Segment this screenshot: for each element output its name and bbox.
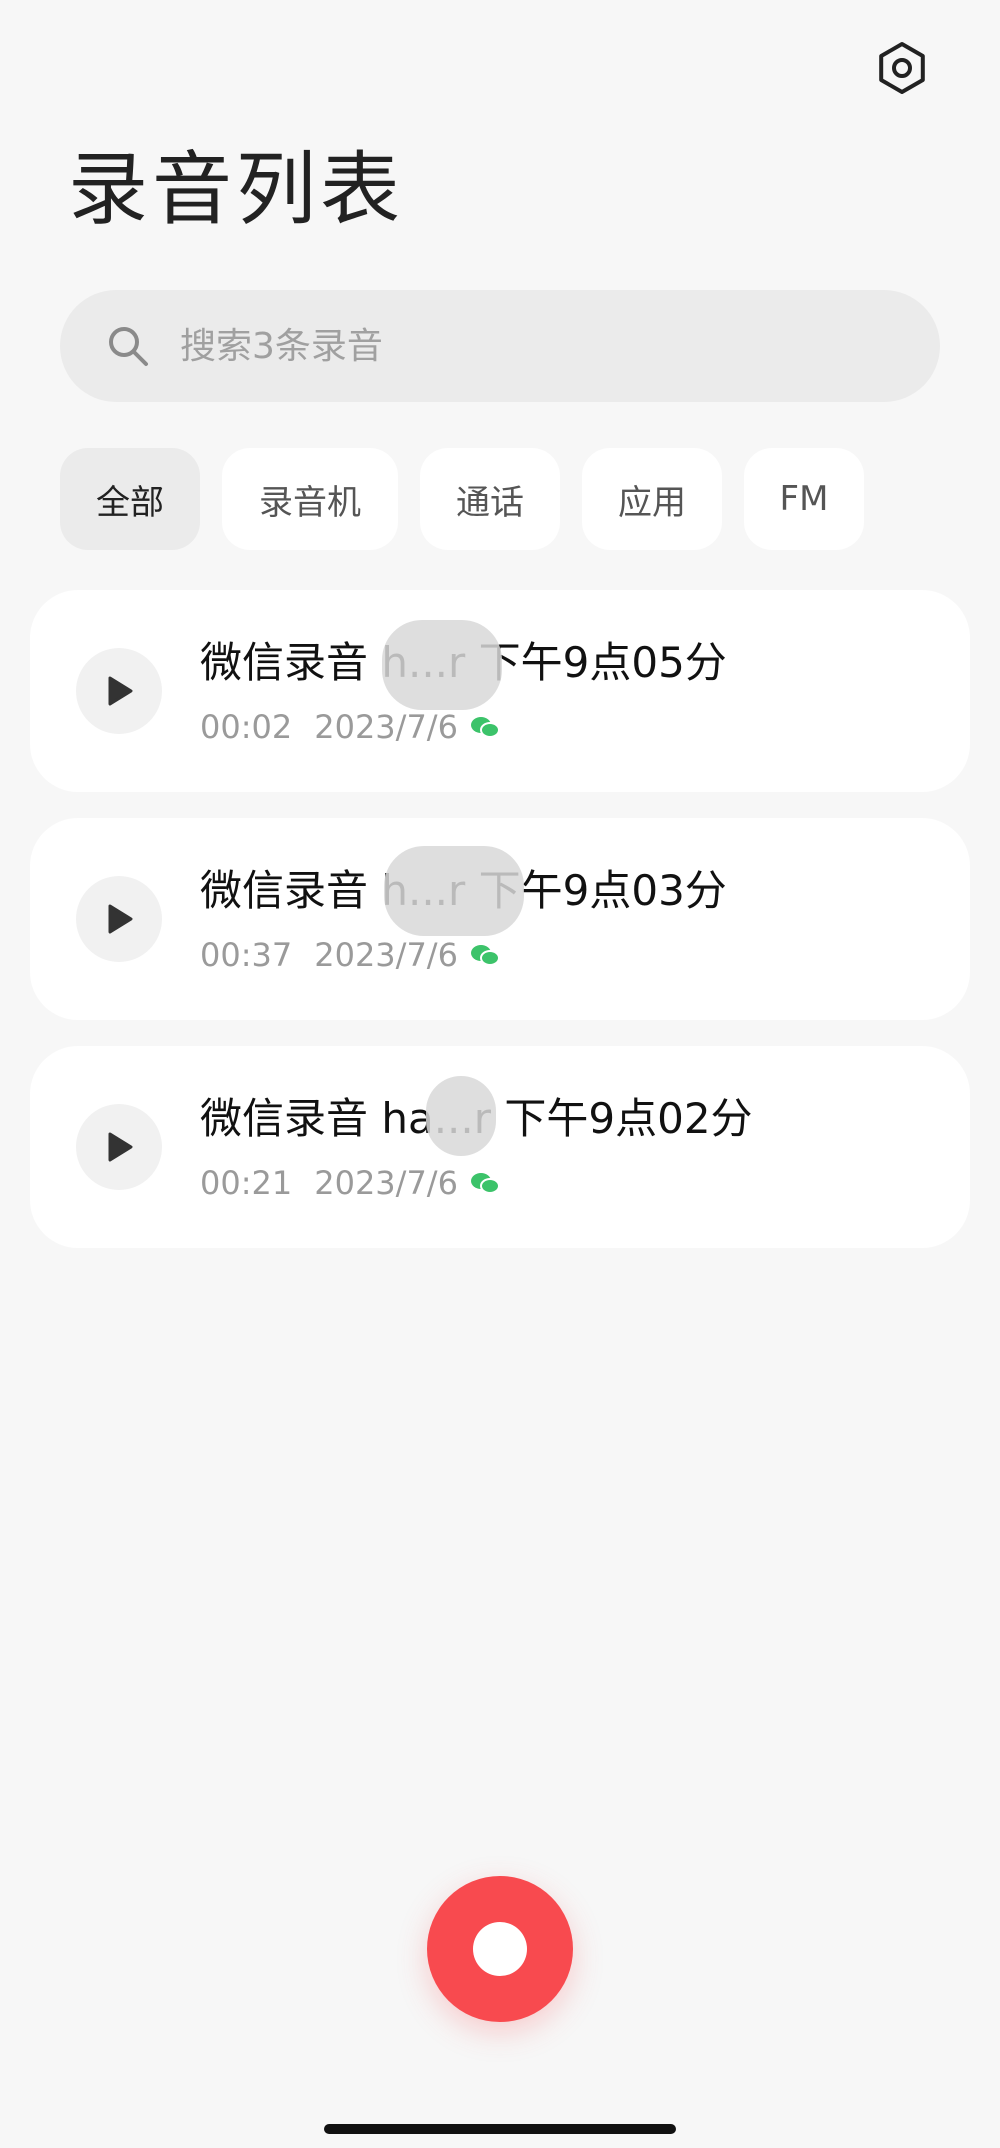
record-button[interactable] — [427, 1876, 573, 2022]
recording-item[interactable]: 微信录音 h...r 下午9点05分 00:02 2023/7/6 — [30, 590, 970, 792]
settings-button[interactable] — [872, 38, 932, 98]
recording-duration: 00:37 — [200, 936, 293, 974]
recording-duration: 00:21 — [200, 1164, 293, 1202]
play-icon — [108, 676, 133, 706]
recording-date: 2023/7/6 — [314, 708, 458, 746]
filter-chip-all[interactable]: 全部 — [60, 448, 200, 550]
filter-chip-fm[interactable]: FM — [744, 448, 864, 550]
play-button[interactable] — [76, 1104, 162, 1190]
privacy-blur — [384, 846, 524, 936]
wechat-icon — [470, 1171, 500, 1195]
recording-duration: 00:02 — [200, 708, 293, 746]
privacy-blur — [426, 1076, 496, 1156]
recording-item[interactable]: 微信录音 ha...r 下午9点02分 00:21 2023/7/6 — [30, 1046, 970, 1248]
record-dot-icon — [473, 1922, 527, 1976]
privacy-blur — [382, 620, 502, 710]
search-bar[interactable] — [60, 290, 940, 402]
home-indicator[interactable] — [324, 2124, 676, 2134]
recording-date: 2023/7/6 — [314, 1164, 458, 1202]
filter-chip-recorder[interactable]: 录音机 — [222, 448, 398, 550]
play-button[interactable] — [76, 648, 162, 734]
wechat-icon — [470, 715, 500, 739]
page-title: 录音列表 — [68, 143, 404, 236]
recording-date: 2023/7/6 — [314, 936, 458, 974]
recording-meta: 00:02 2023/7/6 — [200, 708, 500, 746]
filter-tabs: 全部 录音机 通话 应用 FM — [60, 448, 864, 550]
search-input[interactable] — [178, 324, 902, 368]
play-icon — [108, 904, 133, 934]
recording-meta: 00:37 2023/7/6 — [200, 936, 500, 974]
gear-icon — [879, 42, 925, 94]
recording-meta: 00:21 2023/7/6 — [200, 1164, 500, 1202]
play-button[interactable] — [76, 876, 162, 962]
search-icon — [106, 324, 150, 368]
recording-item[interactable]: 微信录音 h...r 下午9点03分 00:37 2023/7/6 — [30, 818, 970, 1020]
filter-chip-apps[interactable]: 应用 — [582, 448, 722, 550]
wechat-icon — [470, 943, 500, 967]
play-icon — [108, 1132, 133, 1162]
filter-chip-calls[interactable]: 通话 — [420, 448, 560, 550]
